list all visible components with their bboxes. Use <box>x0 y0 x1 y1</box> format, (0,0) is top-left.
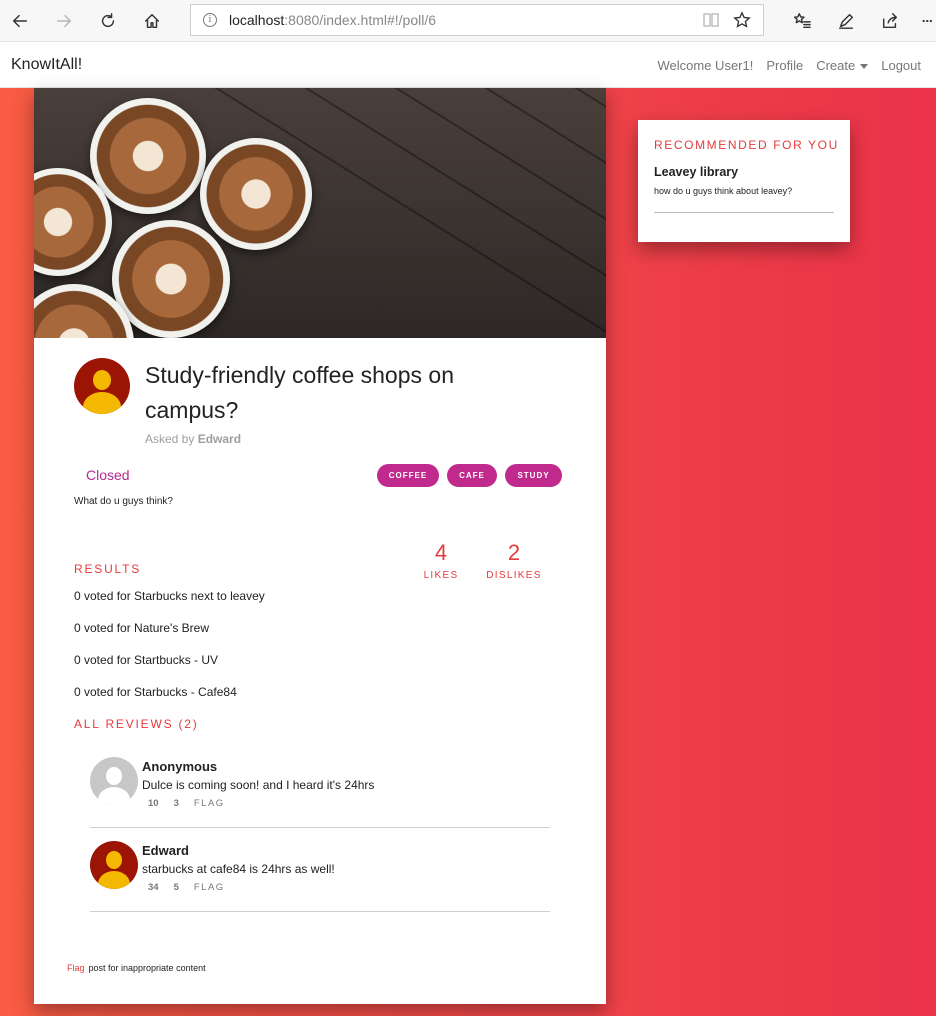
poll-card: Study-friendly coffee shops on campus? A… <box>34 88 606 1004</box>
author-link[interactable]: Edward <box>198 432 241 446</box>
pen-notes-icon[interactable] <box>832 7 860 35</box>
url-text[interactable]: localhost:8080/index.html#!/poll/6 <box>229 12 436 28</box>
tag-coffee[interactable]: COFFEE <box>377 464 439 487</box>
reviewer-avatar <box>90 757 138 805</box>
result-item: 0 voted for Startbucks - UV <box>74 653 219 667</box>
review-upvotes[interactable]: 34 <box>148 882 159 893</box>
back-icon[interactable] <box>6 7 34 35</box>
recommended-poll-title[interactable]: Leavey library <box>654 165 738 179</box>
site-info-icon[interactable]: i <box>203 13 217 27</box>
reading-view-icon[interactable] <box>703 13 719 32</box>
dislikes-stat[interactable]: 2 DISLIKES <box>484 540 544 581</box>
author-avatar[interactable] <box>74 358 130 414</box>
caret-down-icon <box>860 64 869 70</box>
review-flag-button[interactable]: FLAG <box>194 798 225 809</box>
review-text: starbucks at cafe84 is 24hrs as well! <box>142 862 335 876</box>
dislikes-count: 2 <box>507 540 521 565</box>
reviews-heading: ALL REVIEWS (2) <box>74 717 199 731</box>
review-actions: 10 3 FLAG <box>148 798 225 809</box>
dislikes-label: DISLIKES <box>486 570 542 581</box>
flag-post-note: Flag post for inappropriate content <box>67 963 206 973</box>
refresh-icon[interactable] <box>94 7 122 35</box>
review-text: Dulce is coming soon! and I heard it's 2… <box>142 778 375 792</box>
reviewer-avatar <box>90 841 138 889</box>
home-icon[interactable] <box>138 7 166 35</box>
review-actions: 34 5 FLAG <box>148 882 225 893</box>
asked-by: Asked by Edward <box>145 432 242 446</box>
poll-status: Closed <box>86 467 130 483</box>
brand-logo[interactable]: KnowItAll! <box>11 56 82 74</box>
nav-links: Welcome User1! Profile Create Logout <box>658 58 922 73</box>
nav-create-dropdown[interactable]: Create <box>816 58 869 73</box>
nav-logout-link[interactable]: Logout <box>881 58 921 73</box>
result-item: 0 voted for Nature's Brew <box>74 621 210 635</box>
favorite-star-icon[interactable] <box>733 11 751 34</box>
reviewer-name: Anonymous <box>142 759 218 774</box>
flag-post-text: post for inappropriate content <box>88 963 206 973</box>
poll-title: Study-friendly coffee shops on campus? <box>145 362 454 423</box>
favorites-list-icon[interactable] <box>788 7 816 35</box>
likes-label: LIKES <box>423 570 459 581</box>
welcome-text: Welcome User1! <box>657 58 754 73</box>
review-upvotes[interactable]: 10 <box>148 798 159 809</box>
result-item: 0 voted for Starbucks next to leavey <box>74 589 265 603</box>
browser-toolbar: i localhost:8080/index.html#!/poll/6 <box>0 0 936 42</box>
address-bar[interactable]: i localhost:8080/index.html#!/poll/6 <box>190 4 764 36</box>
review-item: Anonymous Dulce is coming soon! and I he… <box>90 744 550 828</box>
review-downvotes[interactable]: 5 <box>174 882 179 893</box>
review-item: Edward starbucks at cafe84 is 24hrs as w… <box>90 828 550 912</box>
recommended-card: RECOMMENDED FOR YOU Leavey library how d… <box>638 120 850 242</box>
review-flag-button[interactable]: FLAG <box>194 882 225 893</box>
poll-description: What do u guys think? <box>74 496 173 507</box>
tag-cafe[interactable]: CAFE <box>447 464 497 487</box>
more-menu-icon[interactable] <box>918 7 936 35</box>
review-downvotes[interactable]: 3 <box>174 798 179 809</box>
forward-icon[interactable] <box>50 7 78 35</box>
recommended-heading: RECOMMENDED FOR YOU <box>654 138 839 152</box>
tag-study[interactable]: STUDY <box>505 464 562 487</box>
likes-count: 4 <box>434 540 448 565</box>
app-navbar: KnowItAll! Welcome User1! Profile Create… <box>0 42 936 88</box>
recommended-poll-desc: how do u guys think about leavey? <box>654 186 793 196</box>
flag-post-link[interactable]: Flag <box>67 963 85 973</box>
nav-profile-link[interactable]: Profile <box>766 58 803 73</box>
result-item: 0 voted for Starbucks - Cafe84 <box>74 685 237 699</box>
poll-hero-image <box>34 88 606 338</box>
tag-list: COFFEE CAFE STUDY <box>377 464 562 487</box>
share-icon[interactable] <box>876 7 904 35</box>
reviewer-name: Edward <box>142 843 189 858</box>
likes-stat[interactable]: 4 LIKES <box>414 540 468 581</box>
nav-create-label: Create <box>816 58 856 73</box>
divider <box>654 212 834 213</box>
results-heading: RESULTS <box>74 562 142 576</box>
